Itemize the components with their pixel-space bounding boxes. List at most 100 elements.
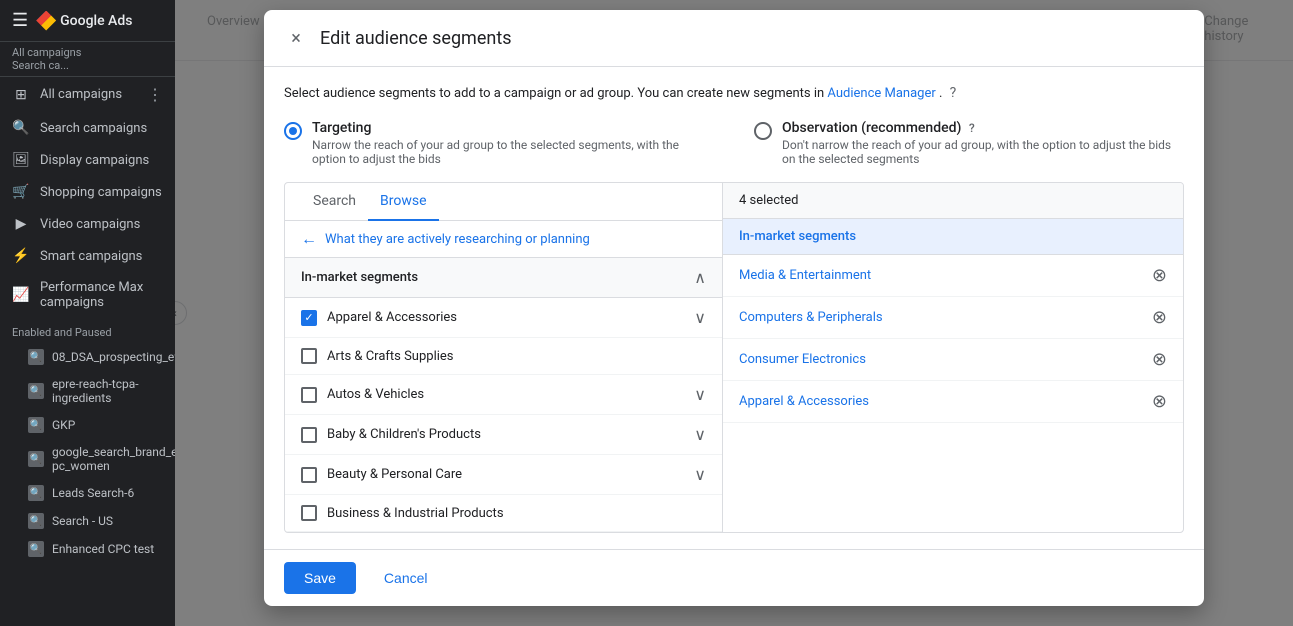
segment-item-apparel[interactable]: ✓ Apparel & Accessories ∨ (285, 298, 722, 338)
segment-panels: Search Browse ← What they are actively r… (284, 182, 1184, 533)
app-title: Google Ads (60, 13, 132, 29)
back-arrow-icon: ← (301, 229, 317, 249)
sidebar: ☰ Google Ads All campaigns Search ca... … (0, 0, 175, 626)
campaign-icon: 🔍 (28, 383, 44, 399)
arts-checkbox[interactable] (301, 348, 317, 364)
campaign-icon: 🔍 (28, 349, 44, 365)
collapse-chevron-icon: ∧ (694, 268, 706, 287)
selected-count-header: 4 selected (723, 183, 1183, 219)
main-content: Overview Recommendations Insights Campai… (175, 0, 1293, 626)
back-text: What they are actively researching or pl… (325, 232, 590, 247)
all-campaigns-icon: ⊞ (12, 87, 30, 103)
apparel-label: Apparel & Accessories (327, 310, 457, 325)
campaign-item-leads[interactable]: 🔍 Leads Search-6 (0, 479, 175, 507)
arts-label: Arts & Crafts Supplies (327, 349, 454, 364)
campaign-label: epre-reach-tcpa-ingredients (52, 377, 163, 405)
observation-help-icon: ? (969, 121, 975, 135)
tab-search[interactable]: Search (301, 183, 368, 221)
search-campaigns-icon: 🔍 (12, 120, 30, 136)
more-icon[interactable]: ⋮ (147, 85, 163, 104)
remove-media-button[interactable]: ⊗ (1152, 265, 1167, 286)
segment-item-beauty[interactable]: Beauty & Personal Care ∨ (285, 455, 722, 495)
expand-icon[interactable]: ∨ (694, 385, 706, 404)
campaign-label: 08_DSA_prospecting_efw_tcpa (52, 350, 175, 364)
targeting-option[interactable]: Targeting Narrow the reach of your ad gr… (284, 120, 714, 166)
campaign-label: GKP (52, 418, 75, 432)
back-or-label: or (525, 232, 537, 247)
campaign-item-search-us[interactable]: 🔍 Search - US (0, 507, 175, 535)
media-label: Media & Entertainment (739, 268, 871, 283)
campaign-item-brand[interactable]: 🔍 google_search_brand_ec pc_women (0, 439, 175, 479)
modal-footer: Save Cancel (264, 549, 1204, 606)
segment-section-header[interactable]: In-market segments ∧ (285, 258, 722, 298)
campaign-label: Enhanced CPC test (52, 542, 154, 556)
consumer-elec-label: Consumer Electronics (739, 352, 866, 367)
campaign-icon: 🔍 (28, 541, 44, 557)
campaign-item-dsa[interactable]: 🔍 08_DSA_prospecting_efw_tcpa (0, 343, 175, 371)
campaign-item-enhanced[interactable]: 🔍 Enhanced CPC test (0, 535, 175, 563)
sidebar-item-label: All campaigns (40, 87, 122, 102)
beauty-checkbox[interactable] (301, 467, 317, 483)
sidebar-item-display-campaigns[interactable]: 🖼 Display campaigns (0, 144, 175, 176)
sidebar-item-label: Video campaigns (40, 217, 140, 232)
shopping-icon: 🛒 (12, 184, 30, 200)
sidebar-item-performance-max[interactable]: 📈 Performance Max campaigns (0, 272, 175, 318)
expand-icon[interactable]: ∨ (694, 465, 706, 484)
account-sub: Search ca... (12, 59, 163, 72)
campaign-label: google_search_brand_ec pc_women (52, 445, 175, 473)
autos-label: Autos & Vehicles (327, 387, 424, 402)
sidebar-item-shopping-campaigns[interactable]: 🛒 Shopping campaigns (0, 176, 175, 208)
remove-apparel-button[interactable]: ⊗ (1152, 391, 1167, 412)
campaign-item-epre[interactable]: 🔍 epre-reach-tcpa-ingredients (0, 371, 175, 411)
display-campaigns-icon: 🖼 (12, 152, 30, 168)
expand-icon[interactable]: ∨ (694, 308, 706, 327)
campaign-label: Search - US (52, 514, 113, 528)
sidebar-item-smart-campaigns[interactable]: ⚡ Smart campaigns (0, 240, 175, 272)
section-header-label: In-market segments (301, 270, 418, 285)
save-button[interactable]: Save (284, 562, 356, 594)
targeting-radio[interactable] (284, 122, 302, 140)
right-panel: 4 selected In-market segments Media & En… (723, 183, 1183, 532)
segment-item-business[interactable]: Business & Industrial Products (285, 495, 722, 532)
modal-close-button[interactable]: × (284, 26, 308, 50)
segment-item-autos[interactable]: Autos & Vehicles ∨ (285, 375, 722, 415)
expand-icon[interactable]: ∨ (694, 425, 706, 444)
logo-diamond-icon (36, 11, 56, 31)
cancel-button[interactable]: Cancel (368, 562, 444, 594)
campaign-item-gkp[interactable]: 🔍 GKP (0, 411, 175, 439)
segment-item-arts[interactable]: Arts & Crafts Supplies (285, 338, 722, 375)
edit-audience-modal: × Edit audience segments Select audience… (264, 10, 1204, 606)
audience-manager-link[interactable]: Audience Manager (827, 86, 935, 101)
selected-item-computers: Computers & Peripherals ⊗ (723, 297, 1183, 339)
remove-computers-button[interactable]: ⊗ (1152, 307, 1167, 328)
apparel-checkbox[interactable]: ✓ (301, 310, 317, 326)
sidebar-item-label: Search campaigns (40, 121, 147, 136)
campaign-icon: 🔍 (28, 513, 44, 529)
in-market-section-label: In-market segments (723, 219, 1183, 255)
observation-option[interactable]: Observation (recommended) ? Don't narrow… (754, 120, 1184, 166)
computers-label: Computers & Peripherals (739, 310, 883, 325)
sidebar-item-label: Performance Max campaigns (40, 280, 163, 310)
sidebar-item-video-campaigns[interactable]: ▶ Video campaigns (0, 208, 175, 240)
targeting-label: Targeting (312, 120, 714, 136)
segment-item-baby[interactable]: Baby & Children's Products ∨ (285, 415, 722, 455)
tab-browse[interactable]: Browse (368, 183, 438, 221)
smart-icon: ⚡ (12, 248, 30, 264)
observation-radio[interactable] (754, 122, 772, 140)
campaign-icon: 🔍 (28, 485, 44, 501)
selected-item-apparel-right: Apparel & Accessories ⊗ (723, 381, 1183, 423)
selected-item-media: Media & Entertainment ⊗ (723, 255, 1183, 297)
business-label: Business & Industrial Products (327, 506, 504, 521)
sidebar-item-search-campaigns[interactable]: 🔍 Search campaigns (0, 112, 175, 144)
targeting-description: Narrow the reach of your ad group to the… (312, 138, 714, 166)
business-checkbox[interactable] (301, 505, 317, 521)
sidebar-header: ☰ Google Ads (0, 0, 175, 42)
baby-checkbox[interactable] (301, 427, 317, 443)
back-row[interactable]: ← What they are actively researching or … (285, 221, 722, 258)
sidebar-item-all-campaigns[interactable]: ⊞ All campaigns ⋮ (0, 77, 175, 112)
menu-icon[interactable]: ☰ (12, 10, 28, 31)
description-text-end: . (939, 86, 942, 101)
remove-consumer-elec-button[interactable]: ⊗ (1152, 349, 1167, 370)
account-info: All campaigns Search ca... (0, 42, 175, 77)
autos-checkbox[interactable] (301, 387, 317, 403)
